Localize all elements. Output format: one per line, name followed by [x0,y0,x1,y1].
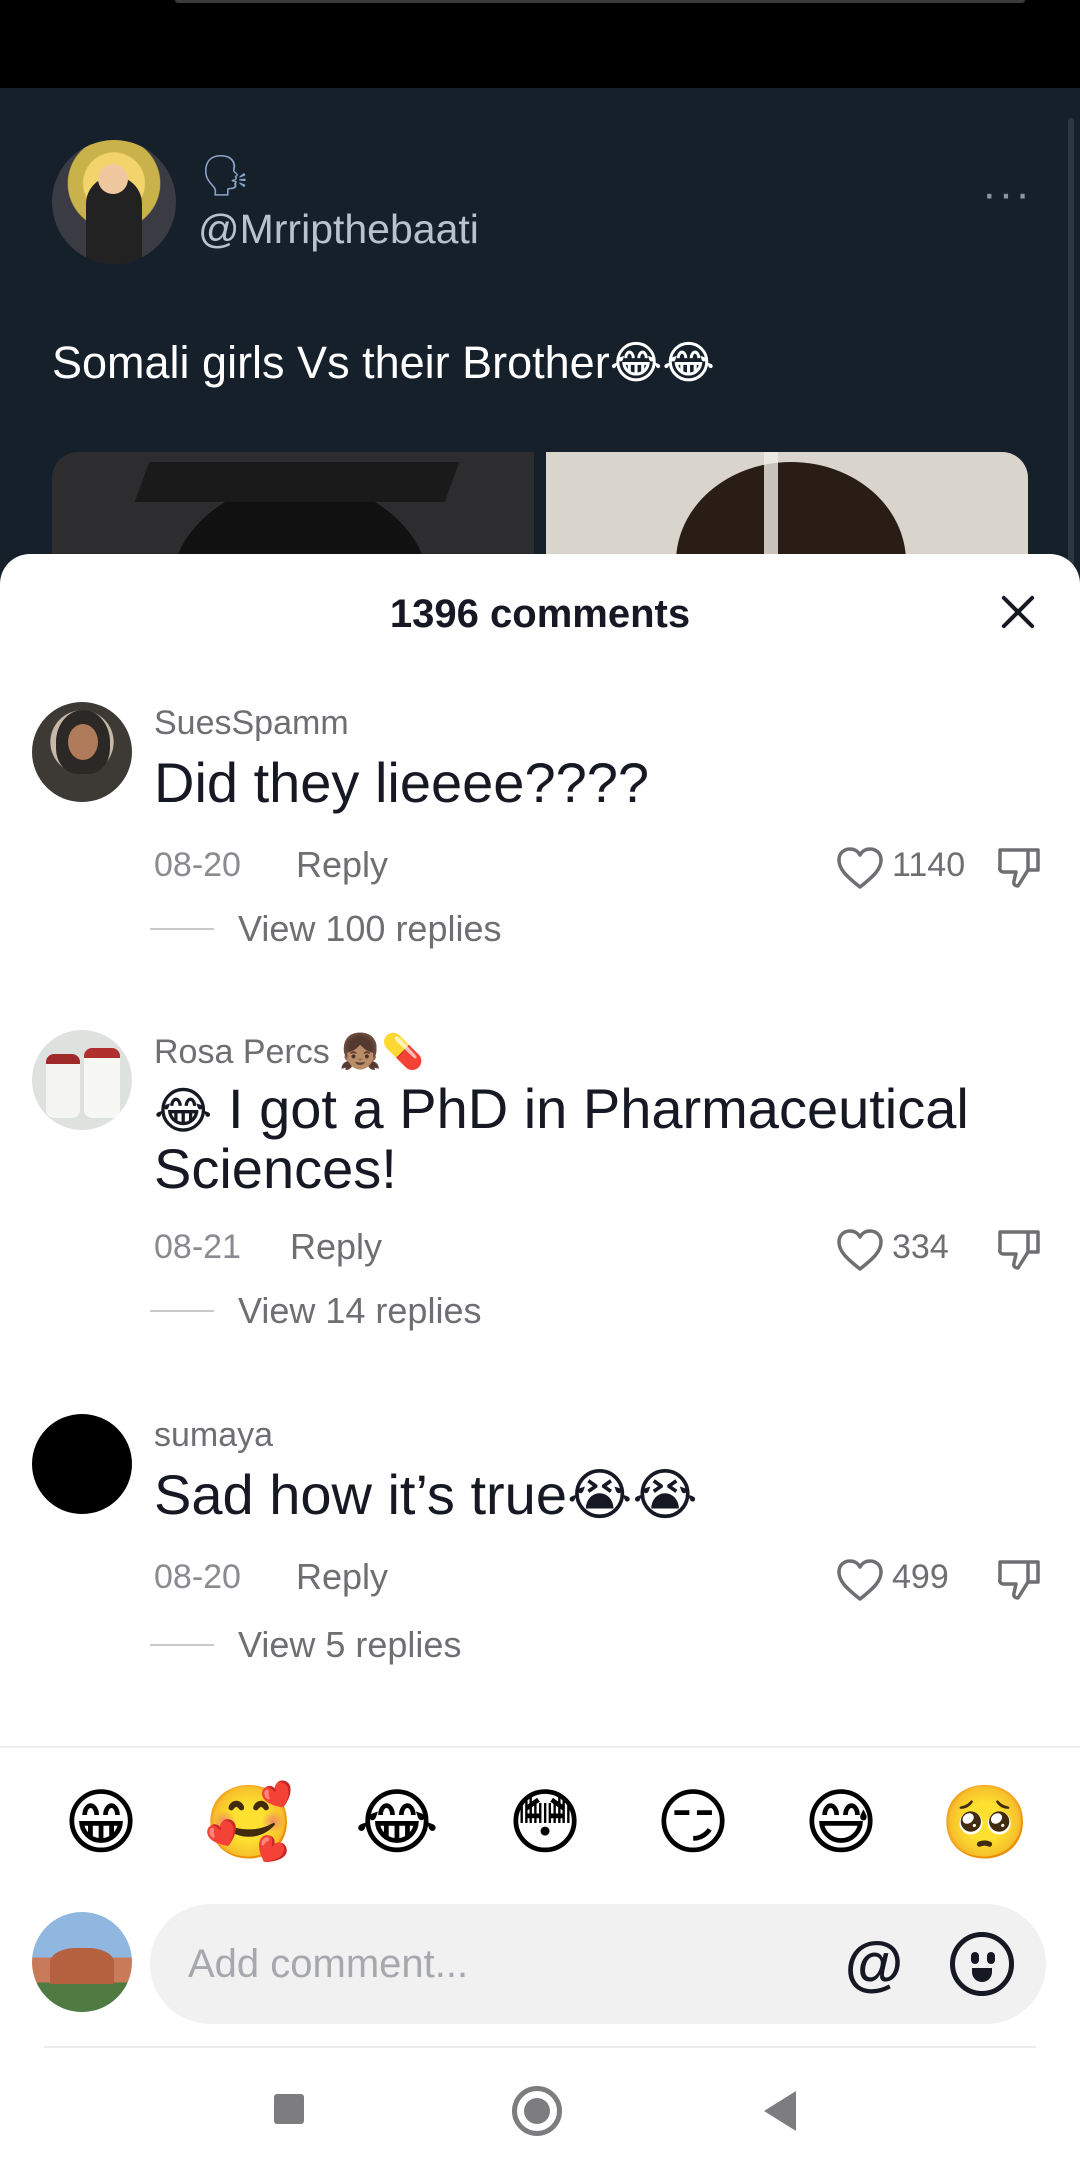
my-avatar[interactable] [32,1912,132,2012]
comment-text: 😂 I got a PhD in Pharmaceutical Sciences… [154,1080,1034,1198]
replies-line [150,1644,214,1646]
heart-icon[interactable] [836,1558,884,1602]
emoji-icon[interactable] [950,1932,1014,1996]
top-divider [175,0,1025,3]
comment-text: Sad how it’s true😭😭 [154,1463,698,1526]
home-circle-icon[interactable] [512,2086,562,2136]
comment-composer: @ [150,1904,1046,2024]
commenter-username[interactable]: SuesSpamm [154,704,349,743]
post-author-avatar[interactable] [52,140,176,264]
image-graduation-cap [134,462,460,502]
emoji-eye [987,1952,995,1964]
laughing-emoji: 😂 [154,1083,213,1139]
emoji-mouth [972,1968,992,1982]
background-post: 🗣 @Mrripthebaati ··· Somali girls Vs the… [0,88,1080,632]
back-triangle-icon[interactable] [764,2091,796,2131]
comment-text-body: I got a PhD in Pharmaceutical Sciences! [154,1077,969,1200]
avatar-face [98,164,128,194]
like-count: 334 [892,1228,949,1266]
like-count: 1140 [892,846,966,884]
username-text: SuesSpamm [154,704,349,742]
quick-emoji-flushed[interactable]: 😳 [500,1778,590,1868]
username-text: Rosa Percs [154,1033,330,1071]
status-strip [0,0,1080,88]
composer-divider [0,1746,1080,1748]
comment-text: Did they lieeee???? [154,751,650,814]
quick-emoji-smirk[interactable]: 😏 [648,1778,738,1868]
quick-emoji-sweat-smile[interactable]: 😅 [796,1778,886,1868]
username-emojis: 👧🏽💊 [339,1033,424,1071]
commenter-avatar[interactable] [32,702,132,802]
like-count: 499 [892,1558,949,1596]
comments-count-title: 1396 comments [389,592,691,636]
speaking-head-emoji: 🗣 [200,154,251,198]
dislike-icon[interactable] [996,1226,1042,1272]
reply-button[interactable]: Reply [296,844,388,886]
comment-date: 08-20 [154,846,241,884]
dislike-icon[interactable] [996,844,1042,890]
view-replies-button[interactable]: View 5 replies [238,1624,461,1666]
quick-emoji-grin[interactable]: 😁 [56,1778,146,1868]
view-replies-button[interactable]: View 100 replies [238,908,502,950]
avatar-face [68,724,98,760]
replies-line [150,1310,214,1312]
reply-button[interactable]: Reply [290,1226,382,1268]
avatar-landscape [50,1948,114,1984]
composer-bottom-divider [44,2046,1036,2048]
dislike-icon[interactable] [996,1556,1042,1602]
quick-emoji-hearts[interactable]: 🥰 [204,1778,294,1868]
quick-emoji-bar: 😁 🥰 😂 😳 😏 😅 🥺 [0,1778,1080,1868]
recents-square-icon[interactable] [274,2094,304,2124]
username-text: sumaya [154,1416,274,1454]
heart-icon[interactable] [836,1228,884,1272]
comment-date: 08-21 [154,1228,241,1266]
post-text: Somali girls Vs their Brother😂😂 [52,337,715,388]
quick-emoji-laugh[interactable]: 😂 [352,1778,442,1868]
commenter-username[interactable]: Rosa Percs 👧🏽💊 [154,1032,424,1072]
replies-line [150,928,214,930]
close-icon[interactable] [994,588,1042,636]
scrollbar[interactable] [1068,118,1074,578]
emoji-eye [971,1952,979,1964]
quick-emoji-pleading[interactable]: 🥺 [940,1778,1030,1868]
reply-button[interactable]: Reply [296,1556,388,1598]
more-options-icon[interactable]: ··· [982,172,1032,216]
commenter-username[interactable]: sumaya [154,1416,273,1455]
heart-icon[interactable] [836,846,884,890]
view-replies-button[interactable]: View 14 replies [238,1290,481,1332]
post-author-handle[interactable]: @Mrripthebaati [198,206,479,253]
avatar-bottle [46,1054,80,1118]
comment-date: 08-20 [154,1558,241,1596]
commenter-avatar[interactable] [32,1414,132,1514]
avatar-bottle [84,1048,120,1118]
commenter-avatar[interactable] [32,1030,132,1130]
at-icon[interactable]: @ [840,1930,908,1998]
comment-input[interactable] [188,1938,788,1990]
